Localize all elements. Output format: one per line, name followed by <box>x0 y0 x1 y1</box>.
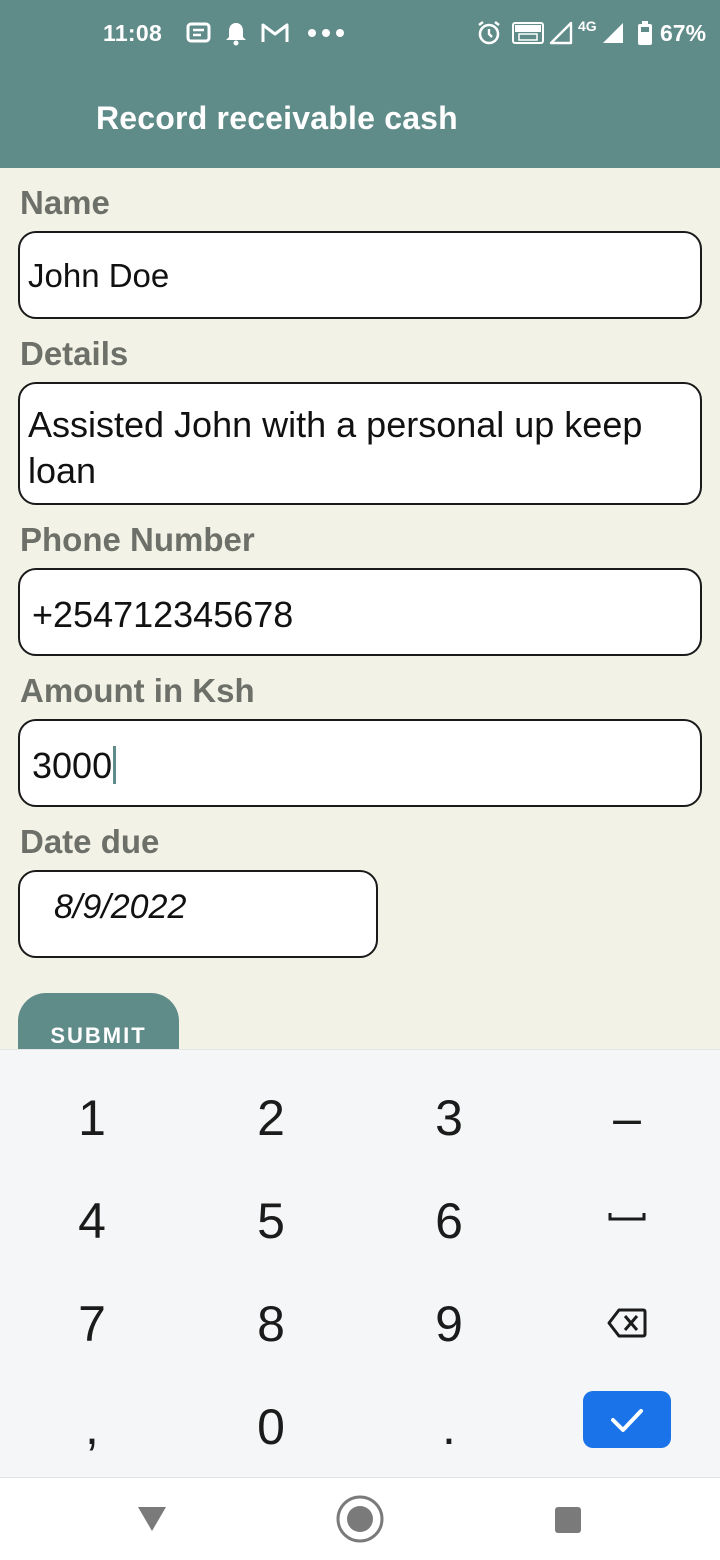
key-7[interactable]: 7 <box>32 1284 152 1364</box>
home-icon[interactable] <box>334 1494 386 1544</box>
gmail-icon <box>261 23 289 42</box>
volte-icon <box>512 22 544 44</box>
phone-input[interactable]: +254712345678 <box>18 568 702 656</box>
name-value: John Doe <box>28 257 170 294</box>
details-label: Details <box>20 335 129 372</box>
key-comma[interactable]: , <box>32 1387 152 1467</box>
page-title: Record receivable cash <box>96 100 458 136</box>
notification-bell-icon <box>226 23 246 46</box>
message-icon <box>186 22 211 43</box>
checkmark-icon <box>611 1409 643 1432</box>
name-label: Name <box>20 184 110 221</box>
space-icon <box>608 1213 646 1221</box>
system-nav-bar <box>0 1477 720 1560</box>
details-input[interactable]: Assisted John with a personal up keep lo… <box>18 382 702 505</box>
key-1[interactable]: 1 <box>32 1078 152 1158</box>
amount-label: Amount in Ksh <box>20 672 255 709</box>
key-enter[interactable] <box>583 1391 671 1448</box>
key-4[interactable]: 4 <box>32 1181 152 1261</box>
signal-icon <box>603 23 623 43</box>
amount-value: 3000 <box>32 745 113 786</box>
key-6[interactable]: 6 <box>389 1181 509 1261</box>
backspace-icon <box>607 1308 647 1338</box>
battery-percentage: 67% <box>660 20 707 46</box>
key-0[interactable]: 0 <box>211 1387 331 1467</box>
phone-value: +254712345678 <box>32 594 294 635</box>
alarm-icon <box>478 21 500 45</box>
back-icon[interactable] <box>136 1494 168 1544</box>
name-input[interactable]: John Doe <box>18 231 702 319</box>
date-label: Date due <box>20 823 160 860</box>
phone-label: Phone Number <box>20 521 255 558</box>
key-backspace[interactable] <box>567 1284 687 1364</box>
top-bar: 11:08 4G 67% Record receivable cash <box>0 0 720 168</box>
key-8[interactable]: 8 <box>211 1284 331 1364</box>
numeric-keyboard: 1 2 3 – 4 5 6 7 8 9 , 0 . <box>0 1049 720 1477</box>
battery-icon <box>638 21 652 45</box>
key-space[interactable] <box>567 1181 687 1261</box>
amount-value-wrap: 3000 <box>32 745 117 787</box>
key-3[interactable]: 3 <box>389 1078 509 1158</box>
key-9[interactable]: 9 <box>389 1284 509 1364</box>
key-5[interactable]: 5 <box>211 1181 331 1261</box>
date-due-input[interactable]: 8/9/2022 <box>18 870 378 958</box>
key-period[interactable]: . <box>389 1387 509 1467</box>
recents-icon[interactable] <box>553 1494 583 1544</box>
status-bar: 11:08 4G 67% <box>0 0 720 68</box>
key-dash[interactable]: – <box>567 1078 687 1158</box>
text-cursor <box>113 746 117 784</box>
amount-input[interactable]: 3000 <box>18 719 702 807</box>
key-2[interactable]: 2 <box>211 1078 331 1158</box>
date-value: 8/9/2022 <box>54 888 187 926</box>
status-time: 11:08 <box>103 20 163 46</box>
more-dots-icon <box>308 29 344 37</box>
signal-icon <box>549 21 573 45</box>
details-value: Assisted John with a personal up keep lo… <box>28 404 643 491</box>
network-type-label: 4G <box>578 18 597 34</box>
